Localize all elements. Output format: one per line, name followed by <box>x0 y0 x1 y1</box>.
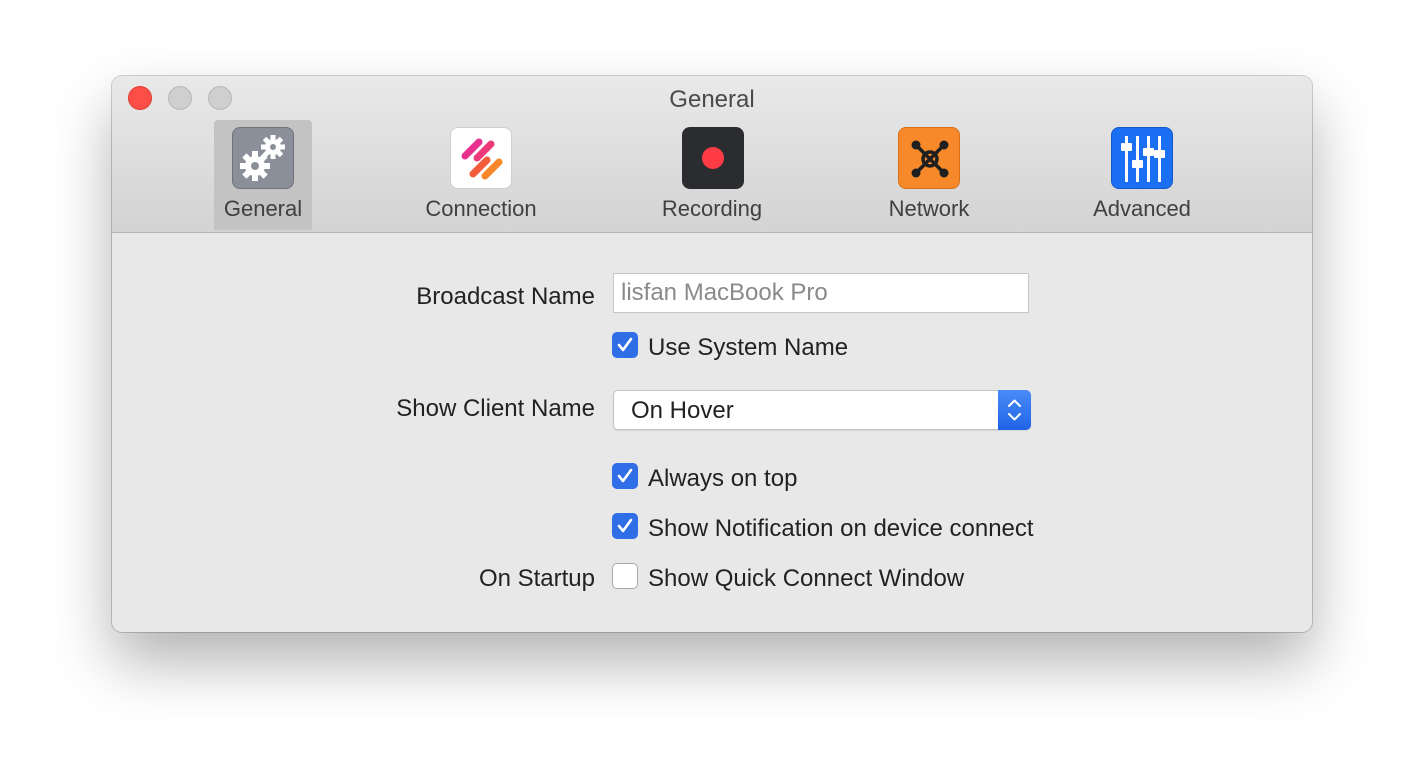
title-bar: General General Connection Recording Net… <box>112 76 1312 233</box>
always-on-top-checkbox[interactable] <box>612 463 638 489</box>
record-icon <box>682 127 744 189</box>
checkmark-icon <box>617 518 633 533</box>
connection-icon <box>450 127 512 189</box>
gears-icon <box>232 127 294 189</box>
preferences-window: General General Connection Recording Net… <box>112 76 1312 632</box>
use-system-name-checkbox[interactable] <box>612 332 638 358</box>
show-notification-label[interactable]: Show Notification on device connect <box>648 515 1034 543</box>
sliders-icon <box>1111 127 1173 189</box>
tab-general-label: General <box>223 196 303 221</box>
show-quick-connect-label[interactable]: Show Quick Connect Window <box>648 565 964 593</box>
tab-connection-label: Connection <box>425 196 537 221</box>
checkmark-icon <box>617 468 633 483</box>
popup-arrows-icon <box>998 390 1031 430</box>
tab-advanced[interactable]: Advanced <box>1084 120 1200 230</box>
tab-network-label: Network <box>888 196 970 221</box>
show-notification-checkbox[interactable] <box>612 513 638 539</box>
tab-connection[interactable]: Connection <box>412 120 550 230</box>
show-client-name-popup[interactable]: On Hover <box>613 390 1031 430</box>
use-system-name-label[interactable]: Use System Name <box>648 334 848 362</box>
tab-advanced-label: Advanced <box>1093 196 1191 221</box>
window-title: General <box>669 86 755 113</box>
broadcast-name-field[interactable]: lisfan MacBook Pro <box>613 273 1029 313</box>
show-client-name-label: Show Client Name <box>396 395 595 422</box>
always-on-top-label[interactable]: Always on top <box>648 465 797 493</box>
checkmark-icon <box>617 337 633 352</box>
network-icon <box>898 127 960 189</box>
broadcast-name-label: Broadcast Name <box>416 283 595 310</box>
tab-general[interactable]: General <box>214 120 312 230</box>
show-quick-connect-checkbox[interactable] <box>612 563 638 589</box>
tab-network[interactable]: Network <box>874 120 984 230</box>
on-startup-label: On Startup <box>478 565 595 592</box>
tab-recording[interactable]: Recording <box>652 120 772 230</box>
tab-recording-label: Recording <box>661 196 763 221</box>
general-settings-pane: Broadcast Name lisfan MacBook Pro Use Sy… <box>112 233 1312 632</box>
show-client-name-value: On Hover <box>631 397 734 424</box>
